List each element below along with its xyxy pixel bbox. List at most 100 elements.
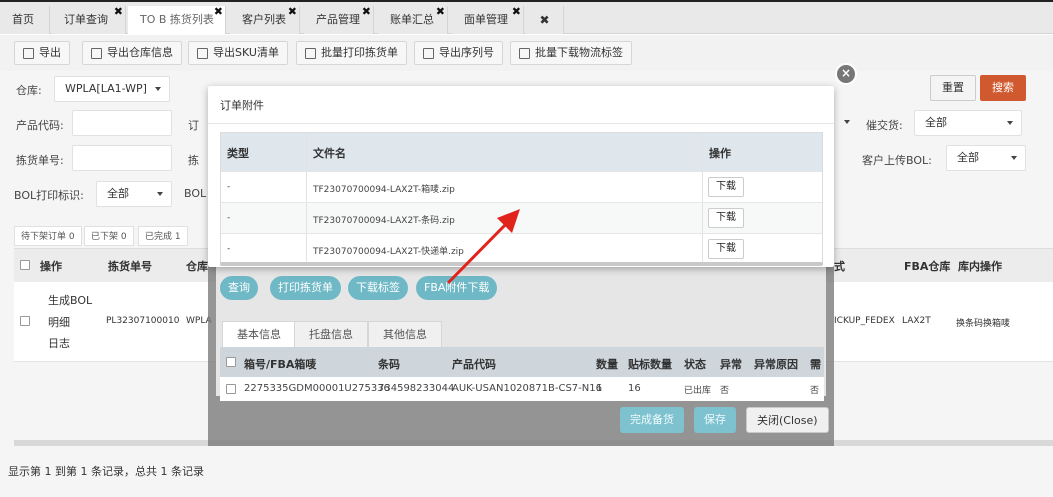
download-button[interactable]: 下载 [708, 177, 744, 197]
close-button[interactable]: 关闭(Close) [746, 407, 829, 433]
export-icon [91, 48, 102, 59]
export-button[interactable]: 导出 [14, 41, 70, 65]
reset-button[interactable]: 重置 [930, 75, 976, 101]
close-icon[interactable]: × [835, 63, 857, 85]
subtab-off-shelf[interactable]: 已下架 0 [84, 226, 134, 246]
chevron-down-icon [155, 87, 161, 91]
col-header: 异常 [720, 358, 742, 371]
close-icon: ✖ [539, 13, 550, 27]
urge-label: 催交货: [866, 119, 903, 132]
filename-cell: TF23070700094-LAX2T-箱唛.zip [313, 185, 455, 195]
save-button[interactable]: 保存 [694, 407, 736, 433]
warehouse-label: 仓库: [16, 84, 42, 97]
filter-dropdown[interactable] [834, 110, 854, 136]
tab-label: 产品管理 [316, 13, 360, 26]
close-icon[interactable]: ✖ [288, 0, 297, 26]
bol-print-select[interactable]: 全部 [96, 181, 172, 207]
table-row: 2275335GDM00001U275336 734598233044 AUK-… [220, 377, 824, 401]
type-cell: - [227, 213, 231, 223]
inner-op-cell: 换条码换箱唛 [956, 319, 1011, 329]
generate-bol-link[interactable]: 生成BOL [48, 292, 92, 308]
pick-label: 拣 [188, 154, 199, 167]
download-button[interactable]: 下载 [708, 239, 744, 259]
row-checkbox[interactable] [20, 316, 30, 326]
product-cell: AUK-USAN1020871B-CS7-N16 [452, 383, 602, 394]
select-all-checkbox[interactable] [20, 260, 30, 270]
tab-basic-info[interactable]: 基本信息 [222, 321, 296, 347]
box-cell: 2275335GDM00001U275336 [244, 383, 390, 394]
label-qty-cell: 16 [628, 383, 641, 394]
divider [306, 172, 307, 202]
fba-attachment-download-button[interactable]: FBA附件下载 [416, 276, 498, 300]
select-value: 全部 [925, 116, 947, 129]
col-header-filename: 文件名 [313, 147, 346, 160]
qty-cell: 1 [596, 383, 603, 394]
bol-print-label: BOL打印标识: [14, 189, 84, 202]
select-all-checkbox[interactable] [226, 357, 236, 367]
query-button[interactable]: 查询 [220, 276, 258, 300]
tab-pallet-info[interactable]: 托盘信息 [294, 321, 368, 347]
tab-order-query[interactable]: 订单查询 ✖ [52, 5, 126, 34]
detail-link[interactable]: 明细 [48, 314, 70, 330]
extra-cell: 否 [810, 386, 820, 396]
batch-download-labels-button[interactable]: 批量下载物流标签 [510, 41, 632, 65]
log-link[interactable]: 日志 [48, 335, 70, 351]
customer-bol-select[interactable]: 全部 [946, 145, 1026, 171]
tab-bill-summary[interactable]: 账单汇总 ✖ [378, 5, 448, 34]
chevron-down-icon [844, 120, 850, 124]
warehouse-select[interactable]: WPLA[LA1-WP] [54, 76, 170, 102]
tab-other-info[interactable]: 其他信息 [368, 321, 442, 347]
chevron-down-icon [1011, 156, 1017, 160]
urge-select[interactable]: 全部 [914, 110, 1022, 136]
close-icon[interactable]: ✖ [362, 0, 371, 26]
tab-tob-pick-list[interactable]: TO B 拣货列表 ✖ [128, 5, 226, 34]
tab-label: 账单汇总 [390, 13, 434, 26]
complete-stocking-button[interactable]: 完成备货 [620, 407, 684, 433]
fba-cell: LAX2T [902, 316, 931, 326]
table-row: - TF23070700094-LAX2T-快递单.zip 下载 [221, 233, 822, 264]
tab-label: 客户列表 [242, 13, 286, 26]
export-serial-button[interactable]: 导出序列号 [414, 41, 503, 65]
close-icon[interactable]: ✖ [512, 0, 521, 26]
status-cell: 已出库 [684, 386, 712, 396]
product-code-input[interactable] [72, 110, 172, 136]
close-all-tabs-button[interactable]: ✖ [526, 6, 564, 34]
divider [306, 133, 307, 171]
tab-label-management[interactable]: 面单管理 ✖ [452, 5, 524, 34]
print-pick-list-button[interactable]: 打印拣货单 [270, 276, 341, 300]
export-icon [423, 48, 434, 59]
row-checkbox[interactable] [226, 384, 236, 394]
export-warehouse-info-button[interactable]: 导出仓库信息 [82, 41, 182, 65]
dialog-scrollbar[interactable] [220, 262, 823, 266]
export-sku-list-button[interactable]: 导出SKU清单 [188, 41, 288, 65]
button-label: 导出序列号 [439, 46, 494, 59]
tab-label: 首页 [12, 13, 34, 26]
download-icon [519, 48, 530, 59]
subtab-pending[interactable]: 待下架订单 0 [14, 226, 82, 246]
search-button[interactable]: 搜索 [980, 75, 1026, 101]
table-row: - TF23070700094-LAX2T-箱唛.zip 下载 [221, 171, 822, 202]
tab-customer-list[interactable]: 客户列表 ✖ [230, 5, 300, 34]
chevron-down-icon [1007, 121, 1013, 125]
divider [208, 123, 834, 124]
pick-no-label: 拣货单号: [16, 154, 64, 167]
download-label-button[interactable]: 下载标签 [348, 276, 408, 300]
download-button[interactable]: 下载 [708, 208, 744, 228]
col-header: 需 [810, 358, 821, 371]
tab-label: 面单管理 [464, 13, 508, 26]
tab-product-management[interactable]: 产品管理 ✖ [304, 5, 374, 34]
pagination-summary: 显示第 1 到第 1 条记录，总共 1 条记录 [8, 465, 204, 478]
order-label: 订 [188, 119, 199, 132]
close-icon[interactable]: ✖ [214, 0, 223, 26]
close-icon[interactable]: ✖ [436, 0, 445, 26]
pick-no-input[interactable] [72, 145, 172, 171]
batch-print-pick-list-button[interactable]: 批量打印拣货单 [296, 41, 407, 65]
col-header: 库内操作 [958, 260, 1002, 273]
abnormal-cell: 否 [720, 386, 730, 396]
close-icon[interactable]: ✖ [114, 0, 123, 26]
col-header: 异常原因 [754, 358, 798, 371]
subtab-completed[interactable]: 已完成 1 [138, 226, 188, 246]
method-cell: ICKUP_FEDEX [834, 316, 895, 326]
dialog-title: 订单附件 [220, 99, 264, 112]
tab-home[interactable]: 首页 [0, 6, 50, 34]
